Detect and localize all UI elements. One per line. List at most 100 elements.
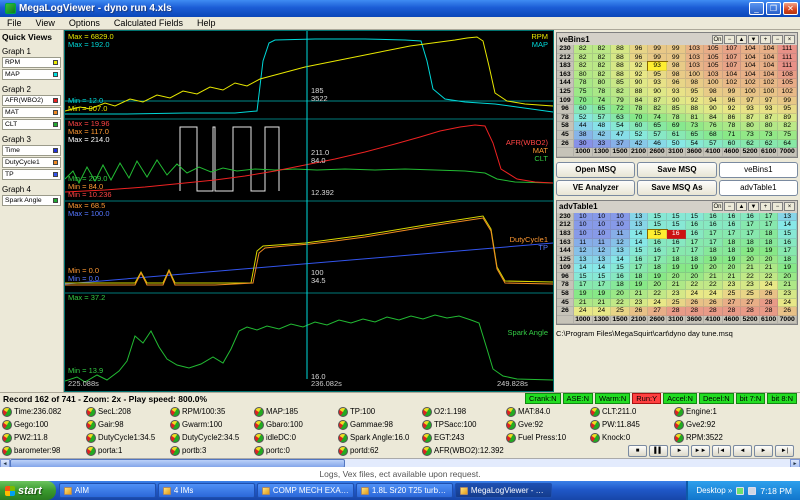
table-cell[interactable]: 14 — [611, 255, 630, 265]
gauge-gego[interactable]: Gego:100 — [2, 419, 86, 430]
table-cell[interactable]: 42 — [629, 139, 649, 149]
table-cell[interactable]: 13 — [629, 212, 649, 222]
table-cell[interactable]: 65 — [592, 105, 612, 114]
table-cell[interactable]: 99 — [666, 53, 686, 63]
table-cell[interactable]: 98 — [666, 62, 686, 71]
table-cell[interactable]: 81 — [685, 113, 705, 123]
step-forward-button[interactable]: ► — [754, 444, 773, 457]
table-cell[interactable]: 17 — [778, 247, 797, 256]
gauge-knock[interactable]: Knock:0 — [590, 432, 674, 443]
table-cell[interactable]: 57 — [592, 113, 612, 123]
ve-analyzer-button[interactable]: VE Analyzer — [556, 179, 636, 196]
titlebar[interactable]: MegaLogViewer - dyno run 4.xls _ ❐ ✕ — [0, 0, 800, 17]
table-cell[interactable]: 17 — [759, 221, 779, 230]
table-cell[interactable]: 18 — [704, 247, 723, 256]
sidebar-item-rpm[interactable]: RPM — [2, 57, 61, 68]
table-cell[interactable]: 25 — [741, 290, 760, 299]
table-toolbar-button[interactable]: ▲ — [736, 202, 747, 212]
gauge-tpsacc[interactable]: TPSacc:100 — [422, 419, 506, 430]
table-cell[interactable]: 20 — [666, 272, 686, 282]
table-cell[interactable]: 69 — [666, 122, 686, 131]
table-cell[interactable]: 17 — [666, 247, 686, 256]
table-cell[interactable]: 64 — [778, 139, 797, 149]
table-cell[interactable]: 12 — [611, 238, 630, 248]
gauge-rpm[interactable]: RPM:3522 — [674, 432, 758, 443]
table-cell[interactable]: 100 — [685, 70, 705, 80]
table-cell[interactable]: 27 — [648, 307, 667, 316]
table-cell[interactable]: 47 — [611, 130, 630, 140]
table-cell[interactable]: 62 — [741, 139, 760, 149]
table-toolbar-button[interactable]: ▼ — [748, 202, 759, 212]
table-cell[interactable]: 16 — [778, 238, 797, 248]
table-cell[interactable]: 15 — [648, 212, 667, 222]
table-cell[interactable]: 22 — [685, 281, 705, 291]
table-toolbar-button[interactable]: × — [784, 34, 795, 44]
table-cell[interactable]: 13 — [629, 221, 649, 230]
table-cell[interactable]: 17 — [741, 221, 760, 230]
table-cell[interactable]: 73 — [741, 130, 760, 140]
table-cell[interactable]: 10 — [592, 229, 612, 239]
table-cell[interactable]: 87 — [759, 113, 779, 123]
table-cell[interactable]: 17 — [685, 247, 705, 256]
table-cell[interactable]: 99 — [666, 45, 686, 54]
table-cell[interactable]: 16 — [722, 212, 742, 222]
table-cell[interactable]: 73 — [759, 130, 779, 140]
table-cell[interactable]: 72 — [611, 105, 630, 114]
table-cell[interactable]: 88 — [611, 53, 630, 63]
advtable1-button[interactable]: advTable1 — [718, 179, 798, 196]
save-msq-as-button[interactable]: Save MSQ As — [637, 179, 717, 196]
table-cell[interactable]: 24 — [592, 307, 612, 316]
table-cell[interactable]: 19 — [722, 255, 742, 265]
table-cell[interactable]: 46 — [648, 139, 667, 149]
table-cell[interactable]: 16 — [722, 221, 742, 230]
gauge-gve[interactable]: Gve:92 — [506, 419, 590, 430]
table-cell[interactable]: 70 — [574, 96, 593, 106]
table-cell[interactable]: 17 — [741, 229, 760, 239]
table-cell[interactable]: 70 — [629, 113, 649, 123]
table-cell[interactable]: 99 — [648, 45, 667, 54]
table-cell[interactable]: 14 — [629, 229, 649, 239]
table-cell[interactable]: 84 — [704, 113, 723, 123]
gauge-pw2[interactable]: PW2:11.8 — [2, 432, 86, 443]
table-cell[interactable]: 93 — [647, 61, 668, 72]
table-cell[interactable]: 71 — [722, 130, 742, 140]
gauge-porta[interactable]: porta:1 — [86, 445, 170, 456]
table-cell[interactable]: 88 — [685, 105, 705, 114]
table-cell[interactable]: 11 — [592, 238, 612, 248]
table-cell[interactable]: 12 — [574, 247, 593, 256]
table-cell[interactable]: 28 — [759, 298, 779, 308]
gauge-afr-wbo2[interactable]: AFR(WBO2):12.392 — [422, 445, 506, 456]
table-toolbar-button[interactable]: − — [772, 34, 783, 44]
table-cell[interactable]: 21 — [704, 272, 723, 282]
close-button[interactable]: ✕ — [783, 2, 798, 15]
table-cell[interactable]: 37 — [611, 139, 630, 149]
table-cell[interactable]: 13 — [574, 255, 593, 265]
table-cell[interactable]: 104 — [741, 53, 760, 63]
table-cell[interactable]: 102 — [778, 87, 797, 97]
table-cell[interactable]: 13 — [592, 255, 612, 265]
table-cell[interactable]: 19 — [666, 264, 686, 273]
table-cell[interactable]: 26 — [778, 307, 797, 316]
table-cell[interactable]: 14 — [778, 221, 797, 230]
table-cell[interactable]: 89 — [778, 113, 797, 123]
table-cell[interactable]: 80 — [574, 70, 593, 80]
table-cell[interactable]: 111 — [778, 62, 797, 71]
gauge-portc[interactable]: portc:0 — [254, 445, 338, 456]
table-cell[interactable]: 94 — [704, 96, 723, 106]
menu-calculated-fields[interactable]: Calculated Fields — [107, 18, 190, 28]
skip-end-button[interactable]: ►| — [775, 444, 794, 457]
table-cell[interactable]: 10 — [574, 212, 593, 222]
table-cell[interactable]: 99 — [648, 53, 667, 63]
pause-button[interactable]: ▌▌ — [649, 444, 668, 457]
table-cell[interactable]: 15 — [574, 272, 593, 282]
table-cell[interactable]: 84 — [629, 96, 649, 106]
gauge-rpm-100[interactable]: RPM/100:35 — [170, 406, 254, 417]
table-cell[interactable]: 18 — [741, 238, 760, 248]
table-cell[interactable]: 30 — [574, 139, 593, 149]
table-cell[interactable]: 100 — [759, 87, 779, 97]
table-cell[interactable]: 15 — [629, 247, 649, 256]
table-cell[interactable]: 99 — [722, 87, 742, 97]
table-cell[interactable]: 15 — [666, 212, 686, 222]
table-cell[interactable]: 96 — [666, 79, 686, 88]
table-cell[interactable]: 23 — [629, 298, 649, 308]
